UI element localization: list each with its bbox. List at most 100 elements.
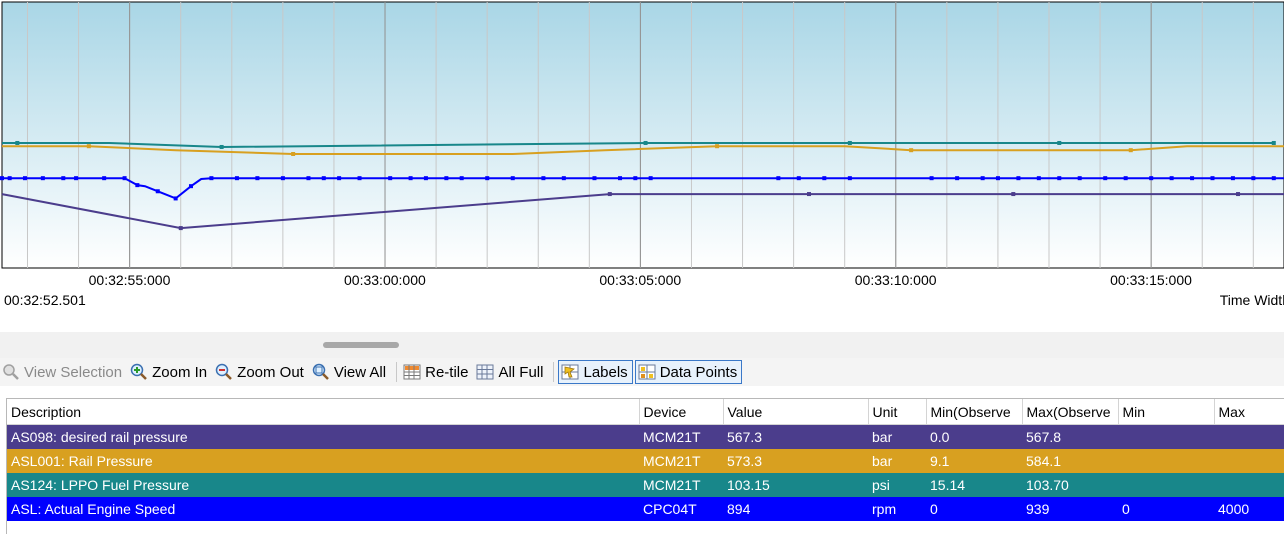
toolbar: View Selection Zoom In Zoom Out View All… xyxy=(0,358,1284,386)
cell-description: AS098: desired rail pressure xyxy=(11,429,188,445)
splitter-grip[interactable] xyxy=(323,342,399,348)
data-point-marker xyxy=(291,152,296,156)
data-point-marker xyxy=(357,176,362,181)
zoom-out-label: Zoom Out xyxy=(237,363,304,381)
data-point-marker xyxy=(22,176,27,181)
column-header-min-observed[interactable]: Min(Observe xyxy=(926,399,1023,425)
data-point-marker xyxy=(173,196,178,201)
column-header-max-observed[interactable]: Max(Observe xyxy=(1022,399,1119,425)
trend-chart[interactable] xyxy=(0,0,1284,270)
zoom-in-icon xyxy=(130,363,148,381)
data-point-marker xyxy=(408,176,413,181)
cell-min xyxy=(1118,425,1214,450)
cell-max-observed: 584.1 xyxy=(1026,453,1062,469)
data-point-marker xyxy=(337,176,342,181)
data-point-marker xyxy=(1190,176,1195,181)
data-point-marker xyxy=(459,176,464,181)
view-all-label: View All xyxy=(333,363,387,381)
table-row[interactable]: ASL: Actual Engine Speed CPC04T 894 rpm … xyxy=(7,497,1284,521)
signal-table: Description Device Value Unit Min(Observ… xyxy=(6,398,1284,534)
toolbar-separator xyxy=(396,362,398,382)
data-point-marker xyxy=(847,176,852,181)
retile-label: Re-tile xyxy=(425,363,469,381)
table-row[interactable]: AS124: LPPO Fuel Pressure MCM21T 103.15 … xyxy=(7,473,1284,497)
zoom-out-icon xyxy=(215,363,233,381)
labels-toggle[interactable]: Labels xyxy=(558,360,633,384)
data-point-marker xyxy=(1236,192,1241,197)
data-point-marker xyxy=(1103,176,1108,181)
data-point-marker xyxy=(1077,176,1082,181)
cell-value: 573.3 xyxy=(727,453,763,469)
zoom-out-button[interactable]: Zoom Out xyxy=(213,360,308,384)
cell-description: AS124: LPPO Fuel Pressure xyxy=(11,477,190,493)
data-points-label: Data Points xyxy=(659,363,738,381)
cell-min xyxy=(1118,473,1214,497)
cell-max xyxy=(1214,425,1284,450)
data-point-marker xyxy=(822,176,827,181)
data-point-marker xyxy=(929,176,934,181)
cell-max xyxy=(1214,473,1284,497)
cell-min-observed: 9.1 xyxy=(930,453,950,469)
data-point-marker xyxy=(980,176,985,181)
data-point-marker xyxy=(255,176,260,181)
data-point-marker xyxy=(102,176,107,181)
cell-max-observed: 103.70 xyxy=(1026,477,1069,493)
all-full-button[interactable]: All Full xyxy=(474,360,547,384)
data-point-marker xyxy=(86,144,91,149)
data-point-marker xyxy=(74,176,79,181)
time-tick-label: 00:33:10:000 xyxy=(854,272,937,288)
magnifier-icon xyxy=(2,363,20,381)
retile-button[interactable]: Re-tile xyxy=(401,360,472,384)
cell-unit: rpm xyxy=(872,501,897,517)
data-point-marker xyxy=(806,192,811,197)
data-point-marker xyxy=(135,183,140,188)
data-points-toggle[interactable]: Data Points xyxy=(634,360,743,384)
data-point-marker xyxy=(541,176,546,181)
view-all-button[interactable]: View All xyxy=(310,360,390,384)
cell-min xyxy=(1118,449,1214,473)
cell-unit: bar xyxy=(872,453,893,469)
data-point-marker xyxy=(1149,176,1154,181)
column-header-min[interactable]: Min xyxy=(1118,399,1215,425)
start-time-label: 00:32:52.501 xyxy=(4,292,86,308)
cell-unit: psi xyxy=(872,477,890,493)
column-header-max[interactable]: Max xyxy=(1214,399,1284,425)
column-header-device[interactable]: Device xyxy=(639,399,724,425)
table-row[interactable]: AS098: desired rail pressure MCM21T 567.… xyxy=(7,424,1284,450)
data-point-marker xyxy=(178,226,183,231)
view-selection-button[interactable]: View Selection xyxy=(0,360,126,384)
cell-device: MCM21T xyxy=(643,477,701,493)
table-row[interactable]: ASL001: Rail Pressure MCM21T 573.3 bar 9… xyxy=(7,449,1284,473)
labels-icon xyxy=(561,363,579,381)
column-header-value[interactable]: Value xyxy=(723,399,869,425)
data-point-marker xyxy=(234,176,239,181)
data-point-marker xyxy=(643,140,648,145)
time-width-label: Time Width xyxy=(1219,292,1284,308)
data-point-marker xyxy=(188,184,193,189)
data-point-marker xyxy=(1271,176,1276,181)
data-point-marker xyxy=(1230,176,1235,181)
time-tick-label: 00:32:55:000 xyxy=(88,272,171,288)
data-point-marker xyxy=(1169,176,1174,181)
data-points-icon xyxy=(638,363,656,381)
data-point-marker xyxy=(423,176,428,181)
cell-min-observed: 15.14 xyxy=(930,477,966,493)
zoom-in-button[interactable]: Zoom In xyxy=(128,360,211,384)
column-header-unit[interactable]: Unit xyxy=(868,399,927,425)
data-point-marker xyxy=(219,144,224,149)
column-header-description[interactable]: Description xyxy=(7,399,640,425)
data-point-marker xyxy=(1016,176,1021,181)
cell-description: ASL001: Rail Pressure xyxy=(11,453,153,469)
cell-max xyxy=(1214,449,1284,473)
data-point-marker xyxy=(40,176,45,181)
data-point-marker xyxy=(388,176,393,181)
data-point-marker xyxy=(510,176,515,181)
data-point-marker xyxy=(847,140,852,145)
data-point-marker xyxy=(633,176,638,181)
plot-background xyxy=(1,1,1284,269)
time-tick-label: 00:33:15:000 xyxy=(1110,272,1192,288)
splitter-bar[interactable] xyxy=(0,332,1284,358)
cell-value: 103.15 xyxy=(727,477,770,493)
data-point-marker xyxy=(209,176,214,181)
data-point-marker xyxy=(648,176,653,181)
